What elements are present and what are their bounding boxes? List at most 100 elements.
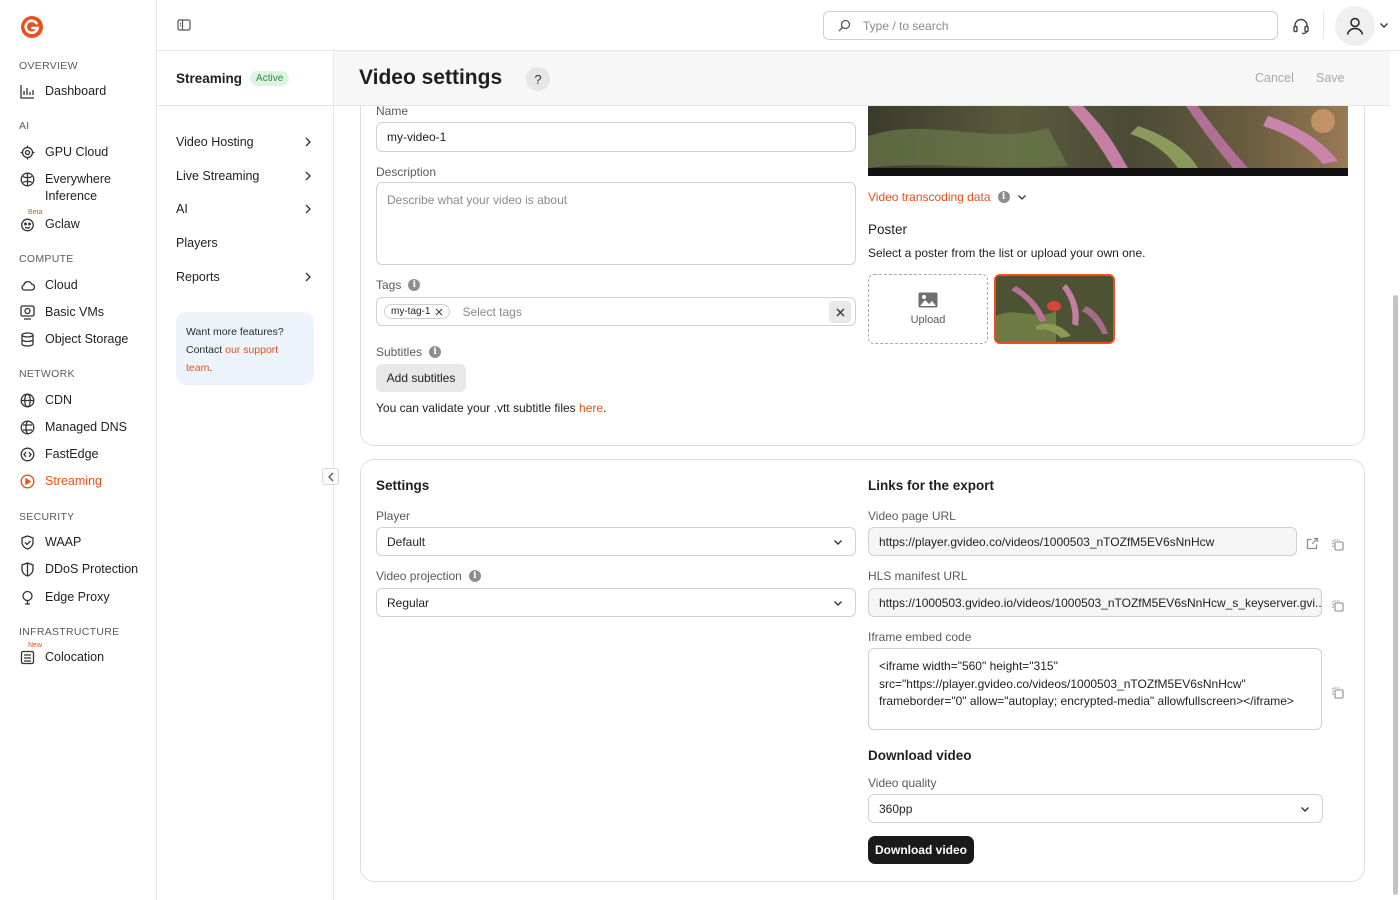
info-icon[interactable]: i xyxy=(997,191,1010,203)
add-subtitles-button[interactable]: Add subtitles xyxy=(376,364,466,392)
tags-label: Tags i xyxy=(376,278,421,292)
brain-icon xyxy=(19,171,35,187)
hls-url-field[interactable]: https://1000503.gvideo.io/videos/1000503… xyxy=(868,588,1322,617)
nav-item-basic-vms[interactable]: Basic VMs xyxy=(19,304,104,321)
validate-here-link[interactable]: here xyxy=(579,401,603,415)
subnav-item-video-hosting[interactable]: Video Hosting xyxy=(176,135,312,149)
topbar-divider xyxy=(1323,11,1324,39)
copy-icon[interactable] xyxy=(1331,538,1344,551)
nav-section-compute: COMPUTE xyxy=(19,253,74,265)
copy-icon[interactable] xyxy=(1331,599,1344,612)
nav-item-waap[interactable]: WAAP xyxy=(19,534,81,551)
download-video-button[interactable]: Download video xyxy=(868,836,974,864)
nav-item-dashboard[interactable]: Dashboard xyxy=(19,83,106,100)
video-preview-bar xyxy=(868,168,1348,176)
copy-icon[interactable] xyxy=(1331,686,1344,699)
shield-icon xyxy=(19,534,35,550)
nav-item-colocation[interactable]: New Colocation xyxy=(19,642,104,666)
description-label: Description xyxy=(376,165,437,179)
close-icon[interactable] xyxy=(435,308,443,316)
headset-icon[interactable] xyxy=(1292,17,1310,35)
chevron-down-icon xyxy=(834,539,842,545)
nav-item-fastedge[interactable]: FastEdge xyxy=(19,446,99,463)
description-textarea[interactable]: Describe what your video is about xyxy=(376,182,856,265)
top-bar: Type / to search xyxy=(157,0,1400,51)
subnav-title: Streaming xyxy=(176,70,243,86)
status-badge: Active xyxy=(250,70,290,86)
globe-icon xyxy=(19,392,35,408)
sidebar-toggle-icon[interactable] xyxy=(176,17,192,33)
transcoding-data-toggle[interactable]: Video transcoding data i xyxy=(868,190,1027,204)
streaming-icon xyxy=(19,473,35,489)
subnav-item-reports[interactable]: Reports xyxy=(176,270,312,284)
nav-item-cdn[interactable]: CDN xyxy=(19,392,72,409)
poster-thumbnail-selected[interactable] xyxy=(994,274,1115,344)
video-preview[interactable] xyxy=(868,106,1348,176)
upload-poster-button[interactable]: Upload xyxy=(868,274,988,344)
scrollbar-thumb[interactable] xyxy=(1393,295,1398,895)
tags-select[interactable]: my-tag-1 Select tags xyxy=(376,297,856,326)
subnav-collapse-button[interactable] xyxy=(322,468,339,485)
nav-item-managed-dns[interactable]: Managed DNS xyxy=(19,419,127,436)
support-promo: Want more features? Contact our support … xyxy=(176,312,314,385)
close-icon xyxy=(836,308,844,316)
info-icon[interactable]: i xyxy=(429,346,442,358)
external-link-icon[interactable] xyxy=(1306,537,1319,550)
player-select[interactable]: Default xyxy=(376,527,856,556)
page-title: Video settings xyxy=(359,66,503,89)
nav-item-cloud[interactable]: Cloud xyxy=(19,277,78,294)
info-icon[interactable]: i xyxy=(468,570,481,582)
nav-item-everywhere-inference[interactable]: Everywhere Inference xyxy=(19,171,125,205)
validate-subtitles-text: You can validate your .vtt subtitle file… xyxy=(376,401,607,415)
name-label: Name xyxy=(376,104,409,118)
name-input[interactable]: my-video-1 xyxy=(376,122,856,152)
clear-tags-button[interactable] xyxy=(829,301,851,323)
nav-item-gclaw[interactable]: Beta Gclaw xyxy=(19,209,80,233)
info-icon[interactable]: i xyxy=(408,279,421,291)
nav-section-overview: OVERVIEW xyxy=(19,60,78,72)
projection-select[interactable]: Regular xyxy=(376,588,856,617)
nav-item-gpu-cloud[interactable]: GPU Cloud xyxy=(19,144,108,161)
page-url-label: Video page URL xyxy=(868,509,956,523)
save-button[interactable]: Save xyxy=(1316,71,1345,85)
cancel-button[interactable]: Cancel xyxy=(1255,71,1294,85)
avatar[interactable] xyxy=(1335,6,1375,46)
search-placeholder: Type / to search xyxy=(863,18,949,33)
video-quality-label: Video quality xyxy=(868,776,937,790)
hls-url-label: HLS manifest URL xyxy=(868,569,968,583)
beta-badge: Beta xyxy=(27,209,44,217)
iframe-code-textarea[interactable]: <iframe width="560" height="315" src="ht… xyxy=(868,648,1322,730)
main-sidebar: OVERVIEW Dashboard AI GPU Cloud Everywhe… xyxy=(0,0,157,900)
chevron-down-icon[interactable] xyxy=(1379,20,1389,30)
proxy-icon xyxy=(19,589,35,605)
page-url-field[interactable]: https://player.gvideo.co/videos/1000503_… xyxy=(868,527,1297,556)
poster-title: Poster xyxy=(868,222,908,237)
help-button[interactable]: ? xyxy=(526,67,550,91)
nav-item-edge-proxy[interactable]: Edge Proxy xyxy=(19,589,110,606)
streaming-subnav: Streaming Active Video Hosting Live Stre… xyxy=(157,51,339,900)
subnav-item-players[interactable]: Players xyxy=(176,236,312,250)
nav-item-ddos-protection[interactable]: DDoS Protection xyxy=(19,561,138,578)
subnav-item-live-streaming[interactable]: Live Streaming xyxy=(176,169,312,183)
subnav-item-ai[interactable]: AI xyxy=(176,202,312,216)
settings-title: Settings xyxy=(376,478,430,493)
nav-item-streaming[interactable]: Streaming xyxy=(19,473,102,490)
chevron-down-icon xyxy=(834,600,842,606)
user-icon xyxy=(1346,17,1364,35)
ddos-icon xyxy=(19,561,35,577)
vm-icon xyxy=(19,304,35,320)
brand-logo[interactable] xyxy=(20,15,44,39)
chevron-right-icon xyxy=(305,204,311,214)
search-input[interactable]: Type / to search xyxy=(823,11,1278,40)
video-quality-select[interactable]: 360pp xyxy=(868,794,1323,823)
gpu-icon xyxy=(19,144,35,160)
claw-icon: Beta xyxy=(19,209,44,232)
nav-item-object-storage[interactable]: Object Storage xyxy=(19,331,128,348)
tag-chip: my-tag-1 xyxy=(384,304,451,319)
page-header: Video settings ? Cancel Save xyxy=(334,51,1390,106)
code-icon xyxy=(19,446,35,462)
chevron-down-icon xyxy=(1301,806,1309,812)
chevron-down-icon xyxy=(1017,195,1026,200)
iframe-code-label: Iframe embed code xyxy=(868,630,972,644)
nav-section-network: NETWORK xyxy=(19,368,75,380)
